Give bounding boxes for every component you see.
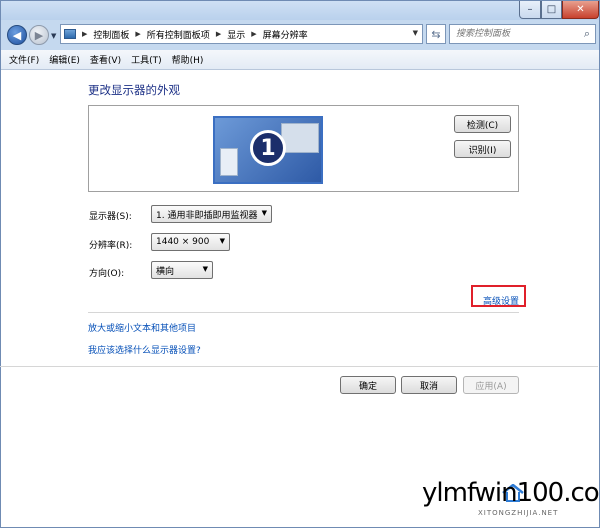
page-title: 更改显示器的外观 [88,83,180,97]
back-button[interactable]: ◀ [7,25,27,45]
control-panel-icon [64,29,76,39]
window-thumbnail-icon [220,148,238,176]
identify-button[interactable]: 识别(I) [454,140,511,158]
chevron-down-icon: ▼ [202,265,208,273]
title-bar: – □ ✕ [1,1,599,21]
chevron-right-icon[interactable]: ▶ [216,30,221,38]
resolution-select-value: 1440 × 900 [156,237,210,247]
menu-edit[interactable]: 编辑(E) [49,53,80,66]
chevron-down-icon: ▼ [219,237,225,245]
resolution-select[interactable]: 1440 × 900 ▼ [151,233,230,251]
breadcrumb-screen-resolution[interactable]: 屏幕分辨率 [263,28,308,41]
search-box[interactable]: ⌕ [449,24,596,44]
watermark-text: ylmfwin100.com [422,478,600,508]
main-content: 更改显示器的外观 1 检测(C) 识别(I) 显示器(S): 1. 通用非即插即… [0,70,598,526]
display-select[interactable]: 1. 通用非即插即用监视器 ▼ [151,205,272,223]
search-input[interactable] [456,26,576,42]
menu-view[interactable]: 查看(V) [90,53,121,66]
text-size-link[interactable]: 放大或缩小文本和其他项目 [88,321,196,334]
search-icon[interactable]: ⌕ [584,27,590,41]
breadcrumb-control-panel[interactable]: 控制面板 [93,28,129,41]
chevron-right-icon[interactable]: ▶ [135,30,140,38]
ok-button[interactable]: 确定 [340,376,396,394]
forward-button[interactable]: ▶ [29,25,49,45]
orientation-select[interactable]: 横向 ▼ [151,261,213,279]
address-box[interactable]: ▶ 控制面板 ▶ 所有控制面板项 ▶ 显示 ▶ 屏幕分辨率 ▼ [60,24,423,44]
resolution-label: 分辨率(R): [89,241,133,251]
monitor-number-badge: 1 [250,130,286,166]
menu-bar: 文件(F) 编辑(E) 查看(V) 工具(T) 帮助(H) [1,50,599,70]
orientation-select-value: 横向 [156,266,175,277]
back-arrow-icon: ◀ [12,28,22,42]
chevron-right-icon[interactable]: ▶ [82,30,87,38]
chevron-down-icon: ▼ [261,209,267,217]
refresh-button[interactable]: ⇆ [426,24,446,44]
maximize-button[interactable]: □ [541,1,562,19]
refresh-icon: ⇆ [431,27,441,41]
forward-arrow-icon: ▶ [34,28,44,42]
menu-tools[interactable]: 工具(T) [131,53,162,66]
display-label: 显示器(S): [89,212,132,222]
orientation-label: 方向(O): [89,269,125,279]
which-settings-link[interactable]: 我应该选择什么显示器设置? [88,343,201,356]
breadcrumb-display[interactable]: 显示 [227,28,245,41]
apply-button[interactable]: 应用(A) [463,376,519,394]
chevron-right-icon[interactable]: ▶ [251,30,256,38]
address-toolbar: ◀ ▶ ▼ ▶ 控制面板 ▶ 所有控制面板项 ▶ 显示 ▶ 屏幕分辨率 ▼ ⇆ … [1,20,599,50]
cancel-button[interactable]: 取消 [401,376,457,394]
breadcrumb-all-items[interactable]: 所有控制面板项 [147,28,210,41]
detect-button[interactable]: 检测(C) [454,115,511,133]
close-button[interactable]: ✕ [562,1,599,19]
recent-pages-dropdown-icon[interactable]: ▼ [51,32,56,40]
divider [88,312,519,313]
highlight-box [471,285,526,307]
divider [0,366,598,367]
watermark-subtext: XITONGZHIJIA.NET [478,509,559,517]
address-dropdown-icon[interactable]: ▼ [413,29,418,37]
menu-help[interactable]: 帮助(H) [172,53,204,66]
menu-file[interactable]: 文件(F) [9,53,39,66]
monitor-icon[interactable]: 1 [213,116,323,184]
minimize-button[interactable]: – [519,1,541,19]
display-select-value: 1. 通用非即插即用监视器 [156,210,258,221]
window-thumbnail-icon [281,123,319,153]
monitor-preview-panel: 1 检测(C) 识别(I) [88,105,519,192]
